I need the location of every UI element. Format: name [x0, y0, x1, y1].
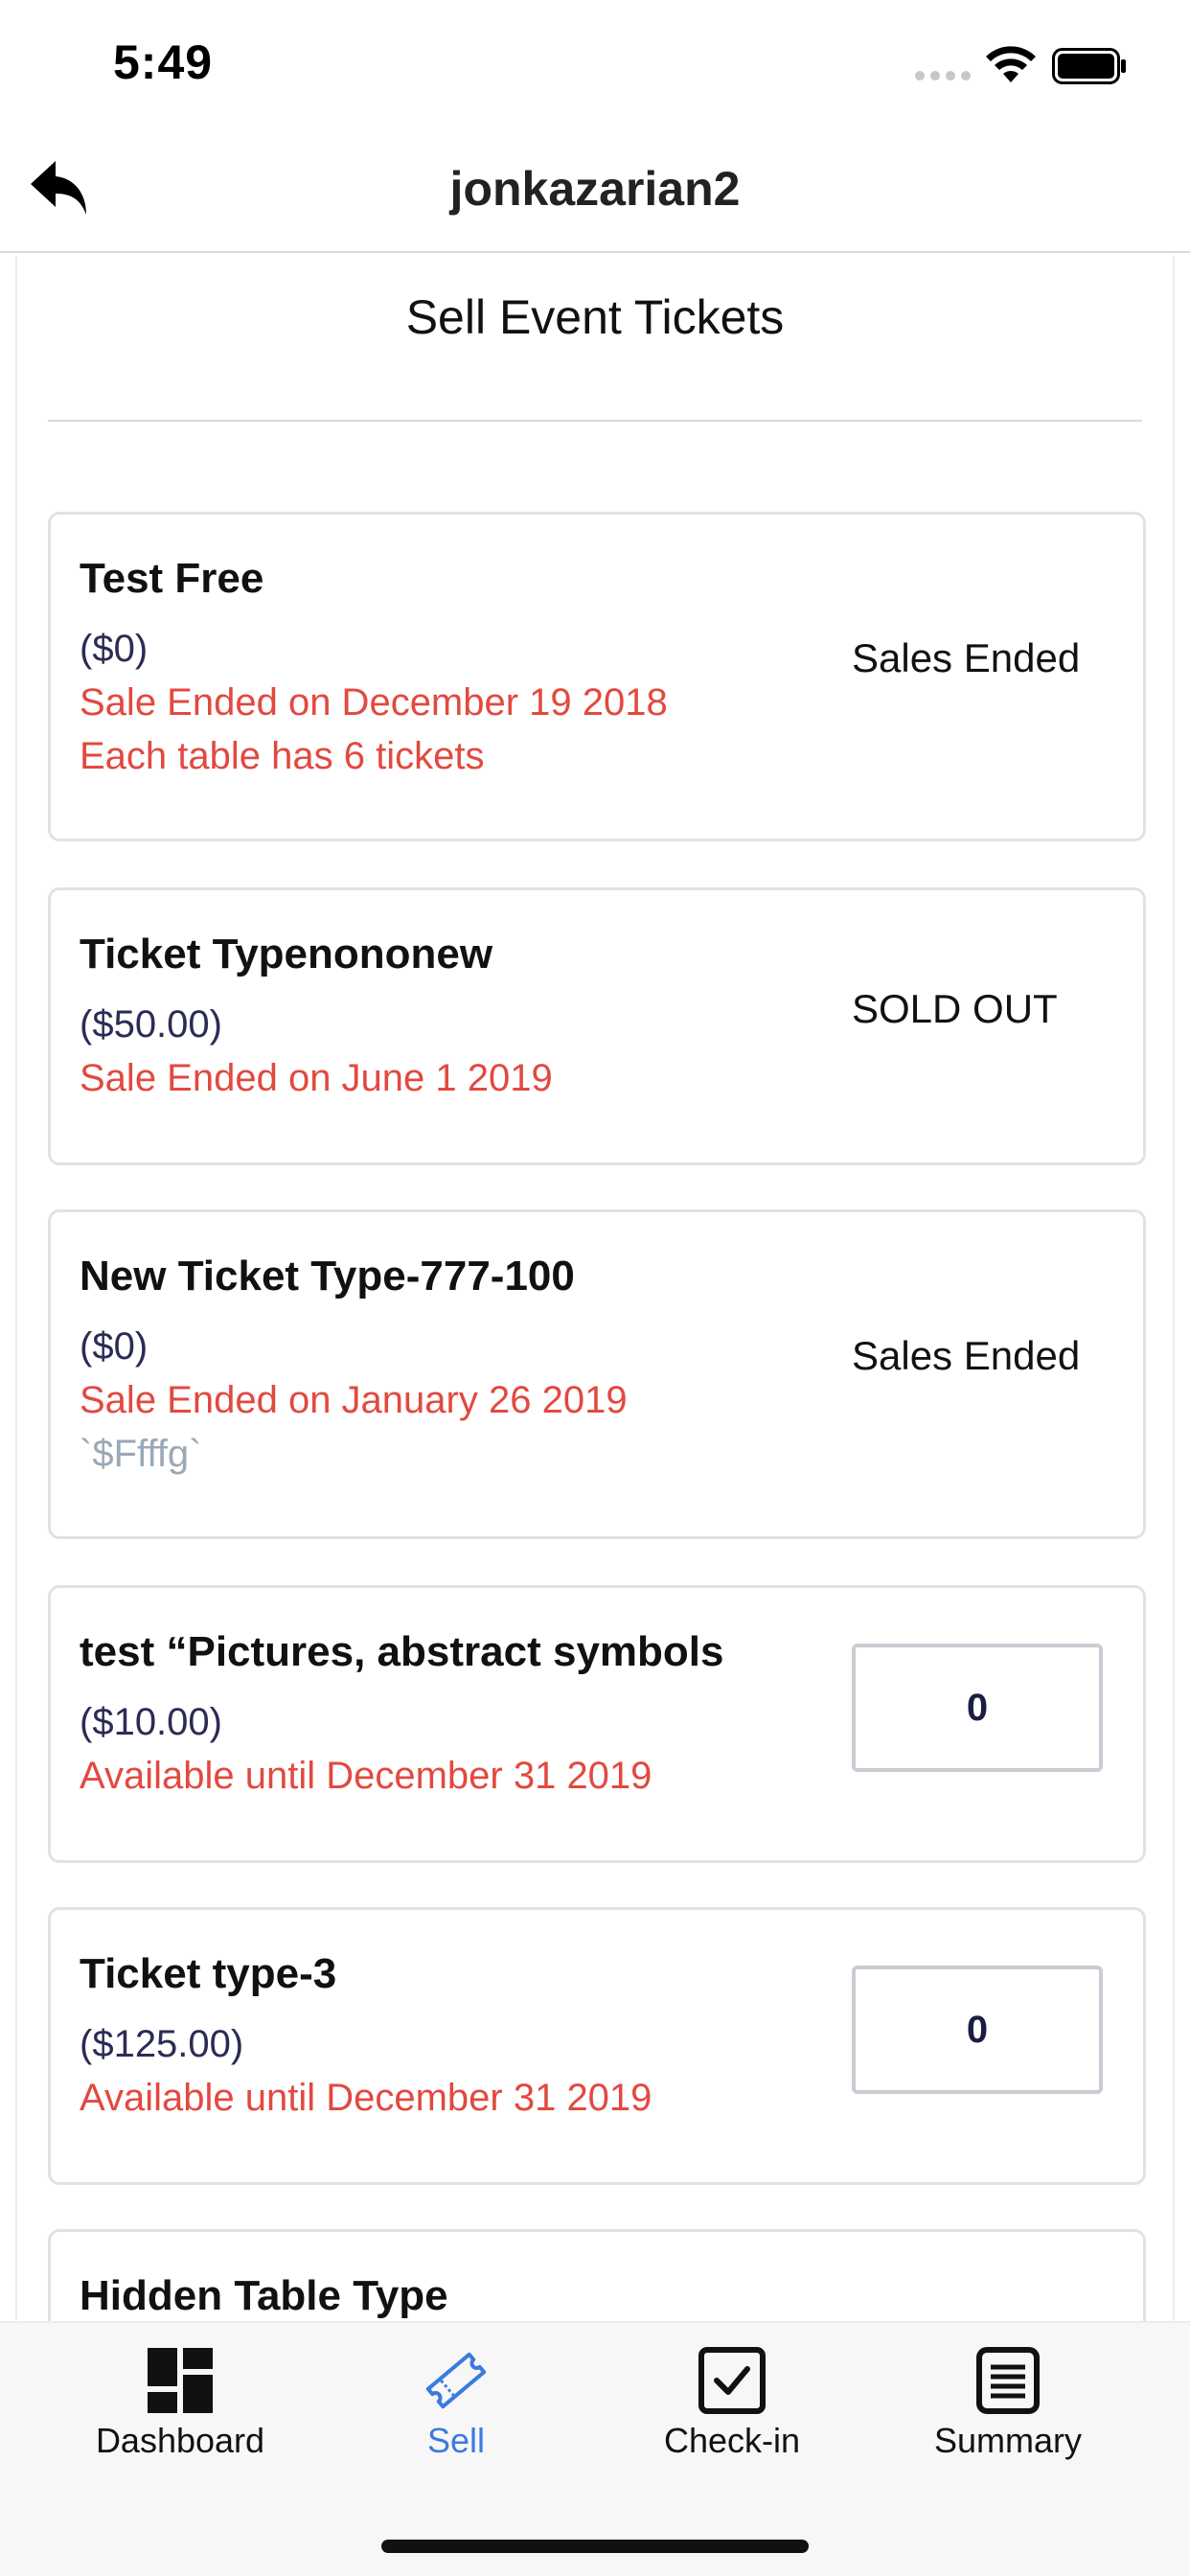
cellular-signal-icon — [915, 71, 971, 80]
tab-label: Sell — [426, 2421, 486, 2460]
ticket-name: Ticket Typenononew — [80, 931, 493, 978]
ticket-card: Hidden Table Type — [48, 2229, 1146, 2321]
sale-info: Sale Ended on June 1 2019 — [80, 1057, 553, 1099]
sale-info: Sale Ended on December 19 2018 — [80, 681, 668, 724]
divider — [48, 420, 1142, 422]
navigation-bar: jonkazarian2 — [0, 126, 1190, 253]
sale-info: Sale Ended on January 26 2019 — [80, 1379, 628, 1421]
home-indicator[interactable] — [381, 2540, 809, 2553]
wifi-icon — [986, 46, 1036, 82]
sale-info: Available until December 31 2019 — [80, 1755, 652, 1797]
ticket-icon — [425, 2352, 487, 2409]
ticket-name: Test Free — [80, 555, 264, 602]
tab-bar: Dashboard Sell Check-in Summary — [0, 2321, 1190, 2576]
ticket-price: ($50.00) — [80, 1003, 222, 1046]
status-time: 5:49 — [113, 35, 214, 89]
sale-status: Sales Ended — [852, 635, 1081, 680]
sale-status: Sales Ended — [852, 1333, 1081, 1378]
status-bar: 5:49 — [0, 0, 1190, 126]
ticket-name: test “Pictures, abstract symbols — [80, 1628, 724, 1675]
battery-icon — [1052, 48, 1126, 84]
list-icon — [976, 2347, 1040, 2414]
tab-dashboard[interactable]: Dashboard — [75, 2346, 286, 2490]
tab-sell[interactable]: Sell — [351, 2346, 561, 2490]
sale-status: SOLD OUT — [852, 986, 1058, 1031]
ticket-note: `$Ffffg` — [80, 1433, 202, 1475]
ticket-price: ($125.00) — [80, 2023, 244, 2065]
ticket-price: ($0) — [80, 628, 149, 670]
ticket-name: Hidden Table Type — [80, 2272, 448, 2319]
tab-check-in[interactable]: Check-in — [627, 2346, 837, 2490]
ticket-name: New Ticket Type-777-100 — [80, 1253, 575, 1300]
ticket-card: Ticket Typenononew ($50.00) Sale Ended o… — [48, 887, 1146, 1165]
ticket-card: Ticket type-3 ($125.00) Available until … — [48, 1907, 1146, 2185]
ticket-list-panel: Sell Event Tickets Test Free ($0) Sale E… — [15, 255, 1175, 2321]
quantity-input[interactable]: 0 — [852, 1644, 1103, 1772]
sale-info: Available until December 31 2019 — [80, 2077, 652, 2119]
ticket-price: ($0) — [80, 1325, 149, 1368]
checkbox-icon — [698, 2347, 766, 2414]
nav-title: jonkazarian2 — [449, 162, 741, 216]
ticket-extra-info: Each table has 6 tickets — [80, 735, 485, 777]
quantity-input[interactable]: 0 — [852, 1966, 1103, 2094]
tab-summary[interactable]: Summary — [903, 2346, 1113, 2490]
ticket-price: ($10.00) — [80, 1701, 222, 1743]
ticket-card: New Ticket Type-777-100 ($0) Sale Ended … — [48, 1209, 1146, 1539]
tab-label: Dashboard — [95, 2421, 265, 2460]
ticket-card: test “Pictures, abstract symbols ($10.00… — [48, 1585, 1146, 1863]
tab-label: Summary — [933, 2421, 1083, 2460]
ticket-card: Test Free ($0) Sale Ended on December 19… — [48, 512, 1146, 841]
tab-label: Check-in — [663, 2421, 801, 2460]
dashboard-icon — [148, 2348, 213, 2413]
page-title: Sell Event Tickets — [405, 290, 785, 344]
ticket-name: Ticket type-3 — [80, 1950, 337, 1997]
